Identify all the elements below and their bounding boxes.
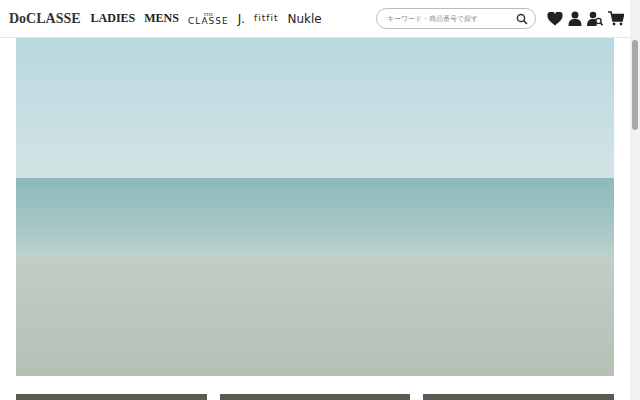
nav-item[interactable]: LADIES — [91, 11, 136, 26]
scrollbar-thumb[interactable] — [632, 40, 638, 130]
hero-banner[interactable] — [16, 38, 614, 376]
main-nav: LADIES MENS THECLASSE J. fitfit Nukle — [91, 11, 322, 26]
product-card[interactable] — [220, 394, 411, 400]
search-input[interactable] — [387, 15, 516, 23]
nav-item[interactable]: MENS — [144, 11, 179, 26]
cart-icon[interactable] — [608, 11, 624, 26]
card-row — [16, 394, 614, 400]
member-search-icon[interactable] — [587, 11, 603, 26]
search-field[interactable] — [376, 8, 536, 29]
product-card[interactable] — [423, 394, 614, 400]
user-icon[interactable] — [568, 11, 582, 26]
scrollbar[interactable] — [630, 0, 640, 400]
product-card[interactable] — [16, 394, 207, 400]
search-icon[interactable] — [516, 13, 528, 25]
main-content: DoCLASSE LADIES MENS THECLASSE J. fitfit Nukle — [0, 0, 630, 400]
brand-logo[interactable]: THECLASSE — [188, 12, 229, 26]
brand-logo[interactable]: J. — [238, 13, 245, 25]
brand-logo[interactable]: Nukle — [288, 13, 322, 25]
header-icons — [547, 11, 624, 26]
brand-logo[interactable]: fitfit — [254, 14, 278, 23]
site-header: DoCLASSE LADIES MENS THECLASSE J. fitfit Nukle — [0, 0, 630, 38]
page: DoCLASSE LADIES MENS THECLASSE J. fitfit Nukle — [0, 0, 640, 400]
heart-icon[interactable] — [547, 12, 563, 26]
site-logo[interactable]: DoCLASSE — [9, 11, 81, 27]
